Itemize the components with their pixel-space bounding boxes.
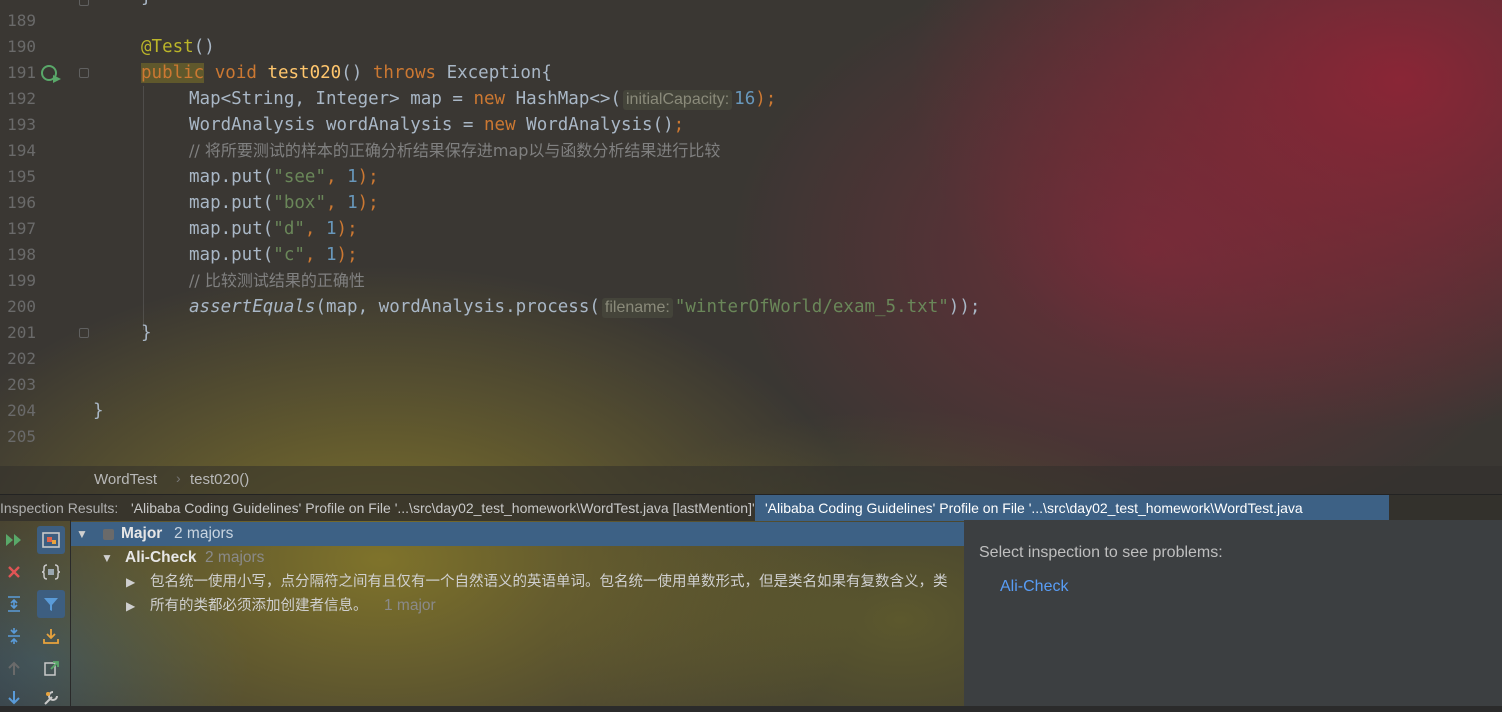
line-number: 194 [7, 141, 36, 160]
code-line: } [141, 323, 152, 343]
group-severity-icon [42, 532, 60, 548]
group-by-directory-button[interactable] [37, 558, 65, 586]
line-number: 201 [7, 323, 36, 342]
parameter-hint: filename: [601, 298, 673, 318]
tab-inspection-profile-2[interactable]: 'Alibaba Coding Guidelines' Profile on F… [755, 495, 1389, 542]
arrow-down-icon [8, 691, 20, 705]
close-icon [8, 566, 20, 578]
next-problem-button[interactable] [0, 684, 28, 712]
code-line: Map<String, Integer> map = new HashMap<>… [189, 89, 777, 110]
arrow-up-icon [8, 661, 20, 675]
group-by-severity-button[interactable] [37, 526, 65, 554]
wrench-icon [44, 691, 58, 705]
indent-guide [143, 86, 144, 330]
expand-arrow-icon[interactable]: ▼ [101, 546, 113, 570]
code-line: map.put("c", 1); [189, 245, 358, 265]
problems-panel: Select inspection to see problems: Ali-C… [964, 520, 1502, 706]
code-editor[interactable]: 189 190 191 192 193 194 195 196 197 198 … [0, 0, 1502, 466]
line-number: 203 [7, 375, 36, 394]
severity-label: Major [121, 525, 163, 542]
code-line: // 比较测试结果的正确性 [189, 271, 365, 290]
line-number: 192 [7, 89, 36, 108]
fold-marker-icon[interactable] [79, 328, 89, 338]
tree-row-inspection[interactable]: ▶ 所有的类都必须添加创建者信息。 1 major [71, 594, 964, 618]
open-file-icon [44, 661, 59, 676]
breadcrumb-class[interactable]: WordTest [94, 471, 157, 488]
braces-icon [41, 564, 61, 580]
expand-arrow-icon[interactable]: ▼ [76, 522, 88, 546]
breadcrumb-method[interactable]: test020() [190, 471, 249, 488]
code-line: WordAnalysis wordAnalysis = new WordAnal… [189, 115, 685, 135]
line-number: 198 [7, 245, 36, 264]
line-number: 189 [7, 11, 36, 30]
line-number: 196 [7, 193, 36, 212]
breadcrumb: WordTest › test020() [0, 466, 1502, 494]
group-label: Ali-Check [125, 549, 197, 566]
code-line: map.put("see", 1); [189, 167, 379, 187]
inspection-results-label: Inspection Results: [0, 500, 119, 516]
code-line: public void test020() throws Exception{ [141, 63, 552, 83]
download-icon [43, 629, 59, 644]
line-number: 199 [7, 271, 36, 290]
expand-all-icon [8, 596, 20, 612]
inspection-tab-bar: Inspection Results: 'Alibaba Coding Guid… [0, 494, 1502, 542]
line-number: 202 [7, 349, 36, 368]
ali-check-link[interactable]: Ali-Check [1000, 578, 1068, 596]
inspection-count: 1 major [384, 597, 436, 614]
inspection-toolbar [0, 520, 71, 706]
export-button[interactable] [37, 622, 65, 650]
collapse-all-icon [8, 628, 20, 644]
fold-marker-icon[interactable] [79, 0, 89, 6]
rerun-icon [6, 534, 21, 546]
tab-inspection-profile-1[interactable]: 'Alibaba Coding Guidelines' Profile on F… [121, 495, 765, 521]
line-number: 197 [7, 219, 36, 238]
run-test-icon[interactable] [40, 64, 62, 83]
breadcrumb-separator: › [176, 470, 181, 486]
code-line: assertEquals(map, wordAnalysis.process(f… [189, 297, 981, 318]
code-line: } [93, 401, 104, 421]
inspection-text: 所有的类都必须添加创建者信息。 [150, 598, 368, 614]
fold-marker-icon[interactable] [79, 68, 89, 78]
line-number: 195 [7, 167, 36, 186]
tree-row-inspection[interactable]: ▶ 包名统一使用小写，点分隔符之间有且仅有一个自然语义的英语单词。包名统一使用单… [71, 570, 964, 594]
code-line: @Test() [141, 37, 215, 57]
line-number: 204 [7, 401, 36, 420]
line-number: 193 [7, 115, 36, 134]
severity-icon [103, 529, 114, 540]
severity-count: 2 majors [174, 525, 234, 542]
group-count: 2 majors [205, 549, 265, 566]
filter-icon [44, 598, 58, 611]
close-button[interactable] [0, 558, 28, 586]
collapse-arrow-icon[interactable]: ▶ [126, 570, 135, 594]
line-number: 205 [7, 427, 36, 446]
parameter-hint: initialCapacity: [623, 90, 733, 110]
line-number: 191 [7, 63, 36, 82]
tree-row-severity[interactable]: ▼ Major 2 majors [71, 522, 964, 546]
collapse-all-button[interactable] [0, 622, 28, 650]
select-inspection-hint: Select inspection to see problems: [979, 544, 1223, 561]
code-line: map.put("box", 1); [189, 193, 379, 213]
line-number: 190 [7, 37, 36, 56]
code-line: map.put("d", 1); [189, 219, 358, 239]
rerun-button[interactable] [0, 526, 28, 554]
filter-button[interactable] [37, 590, 65, 618]
inspection-tree: ▼ Major 2 majors ▼ Ali-Check 2 majors ▶ … [71, 520, 964, 706]
inspection-text: 包名统一使用小写，点分隔符之间有且仅有一个自然语义的英语单词。包名统一使用单数形… [150, 574, 948, 590]
tree-row-group[interactable]: ▼ Ali-Check 2 majors [71, 546, 964, 570]
code-line: // 将所要测试的样本的正确分析结果保存进map以与函数分析结果进行比较 [189, 141, 721, 160]
expand-all-button[interactable] [0, 590, 28, 618]
collapse-arrow-icon[interactable]: ▶ [126, 594, 135, 618]
previous-problem-button[interactable] [0, 654, 28, 682]
code-line: } [141, 0, 152, 10]
settings-button[interactable] [37, 684, 65, 712]
open-source-button[interactable] [37, 654, 65, 682]
line-number: 200 [7, 297, 36, 316]
